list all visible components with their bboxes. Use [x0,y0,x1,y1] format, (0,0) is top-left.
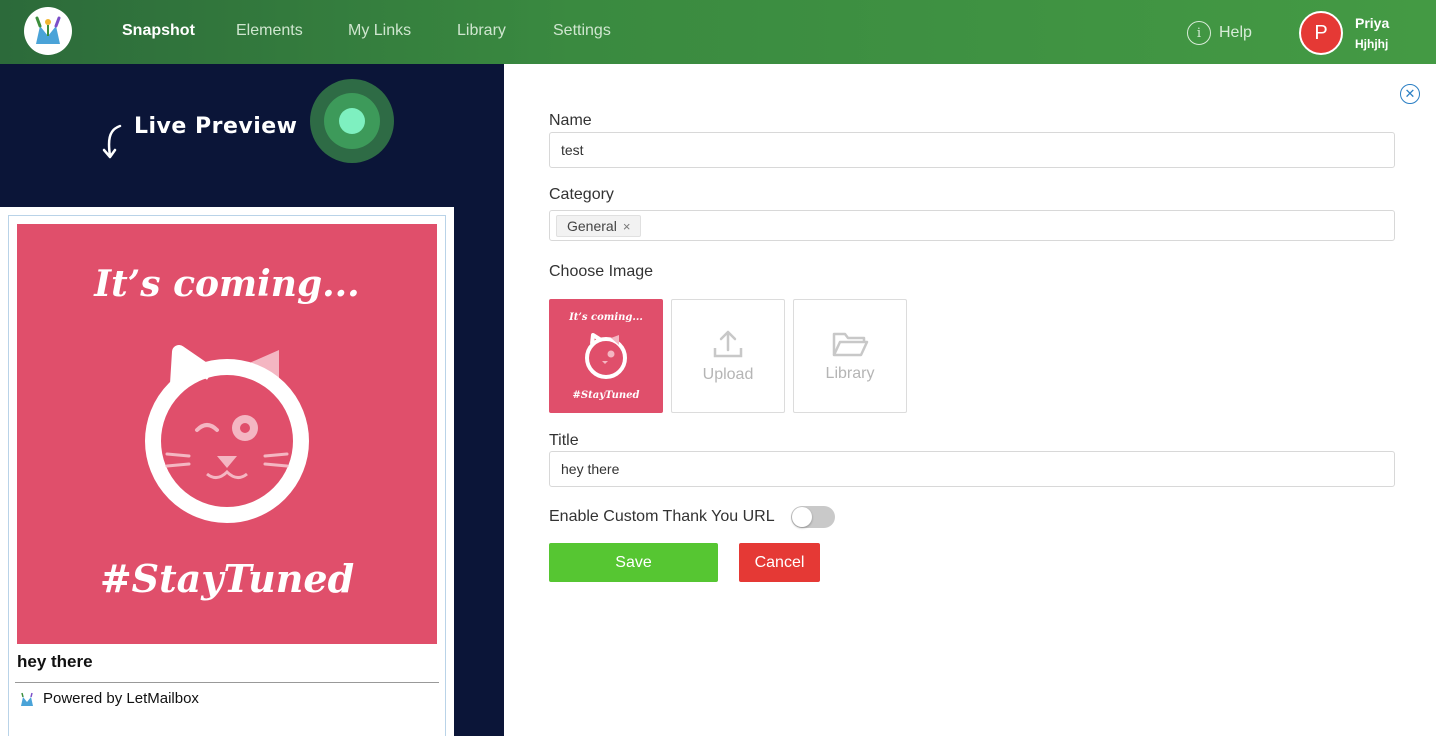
category-tag-label: General [567,218,617,234]
powered-by[interactable]: Powered by LetMailbox [19,690,199,707]
choose-image-label: Choose Image [549,263,654,280]
cancel-button[interactable]: Cancel [739,543,820,582]
preview-image-top-text: It’s coming... [93,263,359,305]
save-button[interactable]: Save [549,543,718,582]
user-name: Priya [1355,15,1390,31]
thank-you-row: Enable Custom Thank You URL [549,506,835,528]
live-preview-panel: Live Preview It’s coming... #StayTuned h… [0,64,504,736]
selected-image-thumbnail[interactable]: It’s coming... #StayTuned [549,299,663,413]
nav-elements[interactable]: Elements [236,22,303,40]
folder-icon [832,332,869,357]
thumbnail-cat-illustration: It’s coming... #StayTuned [568,312,643,401]
thumbnail-bottom-text: #StayTuned [573,390,640,401]
logo-icon [35,16,61,44]
cat-illustration: It’s coming... #StayTuned [93,263,359,601]
nav-library[interactable]: Library [457,22,506,40]
name-label: Name [549,112,592,129]
title-label: Title [549,432,579,449]
help-label: Help [1219,24,1252,41]
thumbnail-top-text: It’s coming... [568,312,643,323]
thank-you-toggle[interactable] [790,506,835,528]
powered-by-text: Powered by LetMailbox [43,690,199,707]
library-label: Library [825,365,875,382]
help-link[interactable]: i Help [1187,21,1252,45]
nav-my-links[interactable]: My Links [348,22,411,40]
toggle-knob [791,507,812,527]
preview-card: It’s coming... #StayTuned hey there Powe… [0,207,454,736]
nav-settings[interactable]: Settings [553,22,611,40]
remove-tag-icon[interactable]: × [623,219,631,234]
preview-image: It’s coming... #StayTuned [17,224,437,644]
app-logo[interactable] [24,7,72,55]
name-input[interactable] [549,132,1395,168]
live-indicator-icon [310,79,394,163]
category-select[interactable]: General × [549,210,1395,241]
category-tag: General × [556,215,642,237]
title-input[interactable] [549,451,1395,487]
info-icon: i [1187,21,1211,45]
close-icon[interactable]: ✕ [1400,84,1420,104]
upload-image-button[interactable]: Upload [671,299,785,413]
preview-divider [15,682,439,683]
preview-frame: It’s coming... #StayTuned hey there Powe… [8,215,446,736]
thank-you-label: Enable Custom Thank You URL [549,508,775,525]
nav-snapshot[interactable]: Snapshot [122,22,195,40]
curved-arrow-icon [102,124,122,159]
live-preview-heading: Live Preview [134,114,298,139]
library-image-button[interactable]: Library [793,299,907,413]
preview-image-bottom-text: #StayTuned [100,556,354,601]
category-label: Category [549,186,614,203]
letmailbox-logo-icon [21,692,33,706]
user-subtitle: Hjhjhj [1355,37,1389,51]
top-nav-bar: Snapshot Elements My Links Library Setti… [0,0,1436,64]
preview-title: hey there [17,652,93,671]
upload-label: Upload [702,366,754,383]
user-avatar[interactable]: P [1299,11,1343,55]
upload-icon [713,330,743,358]
snapshot-form: ✕ Name Category General × Choose Image I… [504,64,1436,736]
